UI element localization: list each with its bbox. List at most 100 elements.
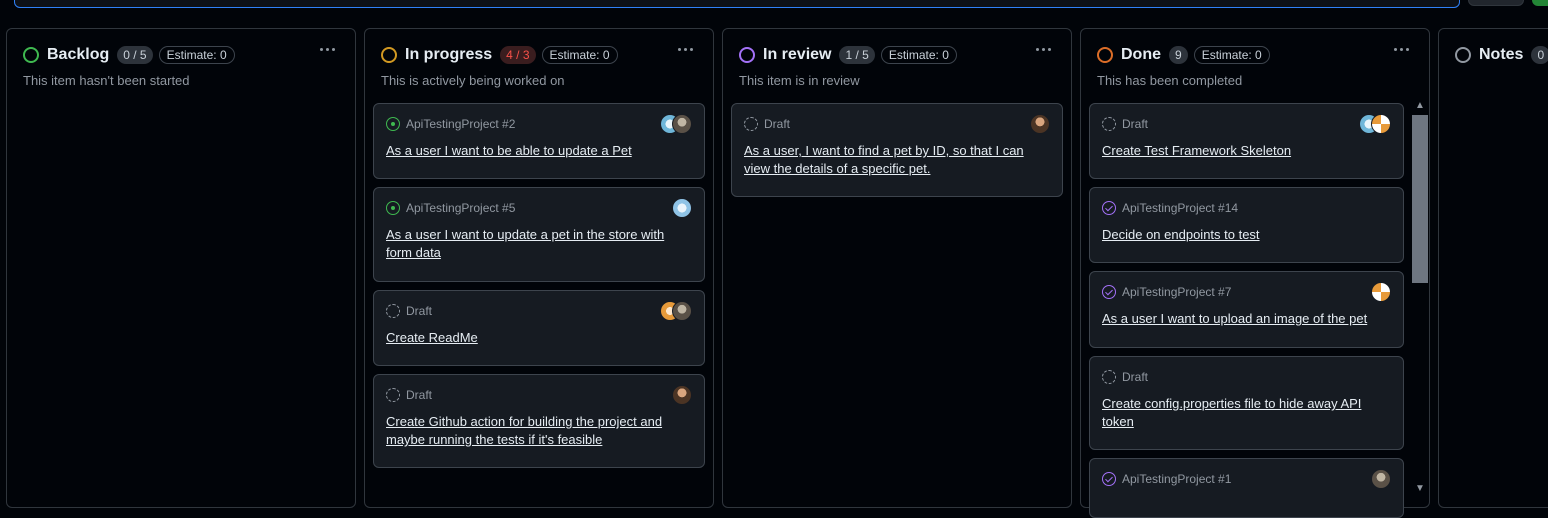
card-meta: Draft [386, 388, 432, 402]
project-card[interactable]: ApiTestingProject #5 As a user I want to … [373, 187, 705, 282]
column-menu-icon[interactable] [673, 41, 697, 57]
column-menu-icon[interactable] [1389, 41, 1413, 57]
estimate-badge: Estimate: 0 [541, 46, 618, 64]
card-title-link[interactable]: Create Github action for building the pr… [386, 413, 690, 449]
column-menu-icon[interactable] [1031, 41, 1055, 57]
assignee-avatars [1371, 282, 1391, 302]
column-backlog: Backlog 0 / 5 Estimate: 0 This item hasn't … [6, 28, 356, 508]
card-reference: ApiTestingProject #7 [1122, 285, 1232, 299]
avatar[interactable] [672, 114, 692, 134]
project-card[interactable]: Draft Create ReadMe [373, 290, 705, 366]
card-meta: Draft [1102, 370, 1148, 384]
project-card[interactable]: Draft As a user, I want to find a pet by … [731, 103, 1063, 197]
avatar[interactable] [1371, 114, 1391, 134]
scroll-up-arrow-icon[interactable]: ▲ [1414, 100, 1426, 112]
item-count-badge: 9 [1169, 46, 1188, 64]
column-notes: Notes 0 [1438, 28, 1548, 508]
filter-input[interactable] [14, 0, 1460, 8]
scrollbar-thumb[interactable] [1412, 115, 1428, 283]
card-title-link[interactable]: Decide on endpoints to test [1102, 226, 1389, 244]
draft-icon [744, 117, 758, 131]
column-in-progress: In progress 4 / 3 Estimate: 0 This is activ… [364, 28, 714, 508]
status-circle-icon [23, 47, 39, 63]
card-reference: ApiTestingProject #5 [406, 201, 516, 215]
project-card[interactable]: Draft Create Test Framework Skeleton [1089, 103, 1404, 179]
column-description: This item is in review [739, 73, 860, 88]
column-description: This is actively being worked on [381, 73, 565, 88]
project-card[interactable]: ApiTestingProject #2 As a user I want to … [373, 103, 705, 179]
column-header: Notes 0 [1455, 44, 1548, 66]
card-meta: ApiTestingProject #14 [1102, 201, 1238, 215]
column-header: Done 9 Estimate: 0 [1097, 44, 1413, 66]
column-header: Backlog 0 / 5 Estimate: 0 [23, 44, 339, 66]
column-title: Backlog [47, 46, 110, 63]
card-meta: ApiTestingProject #5 [386, 201, 515, 215]
column-header: In progress 4 / 3 Estimate: 0 [381, 44, 697, 66]
assignee-avatars [672, 198, 692, 218]
avatar[interactable] [1371, 469, 1391, 489]
status-circle-icon [1097, 47, 1113, 63]
card-meta: ApiTestingProject #7 [1102, 285, 1231, 299]
column-title: In review [763, 46, 832, 63]
column-description: This has been completed [1097, 73, 1243, 88]
top-toolbar [0, 0, 1548, 14]
column-header: In review 1 / 5 Estimate: 0 [739, 44, 1055, 66]
column-done: Done 9 Estimate: 0 This has been completed D… [1080, 28, 1430, 518]
card-reference: Draft [1122, 117, 1149, 131]
card-reference: ApiTestingProject #2 [406, 117, 516, 131]
avatar[interactable] [672, 385, 692, 405]
card-reference: ApiTestingProject #14 [1122, 201, 1239, 215]
status-circle-icon [1455, 47, 1471, 63]
draft-icon [1102, 370, 1116, 384]
card-reference: ApiTestingProject #1 [1122, 472, 1232, 486]
column-menu-icon[interactable] [315, 41, 339, 57]
toolbar-primary-button[interactable] [1532, 0, 1548, 6]
card-reference: Draft [764, 117, 791, 131]
issue-opened-icon [386, 117, 400, 131]
status-circle-icon [381, 47, 397, 63]
column-description: This item hasn't been started [23, 73, 190, 88]
avatar[interactable] [672, 198, 692, 218]
issue-closed-icon [1102, 201, 1116, 215]
estimate-badge: Estimate: 0 [880, 46, 957, 64]
column-title: Notes [1479, 46, 1524, 63]
card-title-link[interactable]: Create config.properties file to hide aw… [1102, 395, 1389, 431]
project-card[interactable]: Draft Create config.properties file to hi… [1089, 356, 1404, 450]
project-card[interactable]: Draft Create Github action for building t… [373, 374, 705, 468]
avatar[interactable] [1030, 114, 1050, 134]
project-card[interactable]: ApiTestingProject #14 Decide on endpoints… [1089, 187, 1404, 263]
item-count-badge: 1 / 5 [839, 46, 875, 64]
avatar[interactable] [1371, 282, 1391, 302]
draft-icon [386, 304, 400, 318]
card-reference: Draft [406, 304, 433, 318]
card-meta: Draft [386, 304, 432, 318]
draft-icon [386, 388, 400, 402]
assignee-avatars [1359, 114, 1391, 134]
card-title-link[interactable]: Create ReadMe [386, 329, 690, 347]
item-count-badge: 4 / 3 [500, 46, 536, 64]
project-card[interactable]: ApiTestingProject #1 [1089, 458, 1404, 518]
card-meta: ApiTestingProject #1 [1102, 472, 1231, 486]
project-card[interactable]: ApiTestingProject #7 As a user I want to … [1089, 271, 1404, 348]
issue-closed-icon [1102, 472, 1116, 486]
draft-icon [1102, 117, 1116, 131]
card-title-link[interactable]: As a user I want to be able to update a … [386, 142, 690, 160]
status-circle-icon [739, 47, 755, 63]
estimate-badge: Estimate: 0 [158, 46, 235, 64]
avatar[interactable] [672, 301, 692, 321]
card-reference: Draft [1122, 370, 1149, 384]
assignee-avatars [1030, 114, 1050, 134]
card-title-link[interactable]: Create Test Framework Skeleton [1102, 142, 1389, 160]
item-count-badge: 0 [1531, 46, 1548, 64]
card-title-link[interactable]: As a user I want to update a pet in the … [386, 226, 690, 262]
column-title: Done [1121, 46, 1161, 63]
card-title-link[interactable]: As a user I want to upload an image of t… [1102, 310, 1389, 328]
column-in-review: In review 1 / 5 Estimate: 0 This item is in… [722, 28, 1072, 508]
scroll-down-arrow-icon[interactable]: ▼ [1414, 483, 1426, 495]
assignee-avatars [1371, 469, 1391, 489]
card-meta: ApiTestingProject #2 [386, 117, 515, 131]
toolbar-button[interactable] [1468, 0, 1524, 6]
card-title-link[interactable]: As a user, I want to find a pet by ID, s… [744, 142, 1048, 178]
assignee-avatars [660, 301, 692, 321]
issue-opened-icon [386, 201, 400, 215]
